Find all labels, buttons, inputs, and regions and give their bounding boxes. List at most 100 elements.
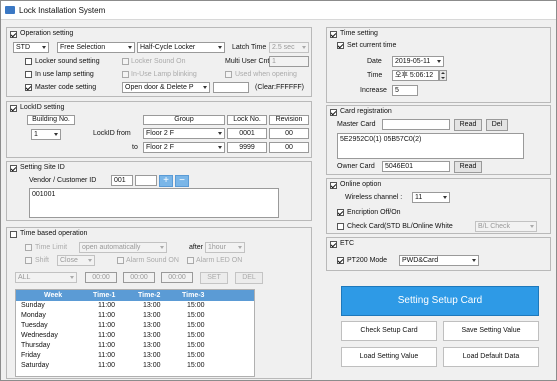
after-dropdown[interactable]: 1hour: [205, 242, 245, 253]
table-row[interactable]: Sunday 11:00 13:00 15:00: [16, 302, 254, 311]
in-use-lamp-label: In use lamp setting: [35, 71, 94, 78]
add-site-button[interactable]: +: [159, 175, 173, 187]
vendor-input[interactable]: 001: [111, 175, 133, 186]
site-id-checkbox[interactable]: [10, 165, 17, 172]
site-id-group: Setting Site ID Vendor / Customer ID 001…: [6, 161, 312, 221]
group-header: Group: [143, 115, 225, 125]
in-use-lamp-checkbox[interactable]: [25, 71, 32, 78]
day-dropdown[interactable]: ALL: [15, 272, 77, 283]
online-option-checkbox[interactable]: [330, 182, 337, 189]
card-registration-checkbox[interactable]: [330, 109, 337, 116]
time-based-checkbox[interactable]: [10, 231, 17, 238]
check-card-dropdown[interactable]: B/L Check: [475, 221, 537, 232]
encryption-checkbox[interactable]: [337, 209, 344, 216]
table-row[interactable]: Friday 11:00 13:00 15:00: [16, 352, 254, 361]
site-id-list-item[interactable]: 001001: [32, 191, 55, 198]
date-picker[interactable]: 2019-05-11: [392, 56, 444, 67]
operation-setting-checkbox[interactable]: [10, 31, 17, 38]
to-lockno-input[interactable]: 9999: [227, 142, 267, 153]
locker-type-dropdown[interactable]: Half-Cycle Locker: [137, 42, 225, 53]
to-revision-input[interactable]: 00: [269, 142, 309, 153]
alarm-led-label: Alarm LED ON: [196, 257, 243, 264]
time-label: Time: [367, 72, 383, 79]
time-based-group: Time based operation Time Limit open aut…: [6, 227, 312, 379]
master-read-button[interactable]: Read: [454, 119, 482, 131]
check-card-checkbox[interactable]: [337, 223, 344, 230]
lockid-setting-checkbox[interactable]: [10, 105, 17, 112]
lockno-header: Lock No.: [227, 115, 267, 125]
time-setting-group: Time setting Set current time Date 2019-…: [326, 27, 551, 103]
setting-setup-card-button[interactable]: Setting Setup Card: [341, 286, 539, 316]
time1-input[interactable]: 00:00: [85, 272, 117, 283]
card-registration-title: Card registration: [340, 108, 392, 115]
locker-sound-checkbox[interactable]: [25, 58, 32, 65]
master-code-checkbox[interactable]: [25, 84, 32, 91]
from-lockno-input[interactable]: 0001: [227, 128, 267, 139]
auto-open-dropdown[interactable]: open automatically: [79, 242, 167, 253]
table-row[interactable]: Monday 11:00 13:00 15:00: [16, 312, 254, 321]
to-group-dropdown[interactable]: Floor 2 F: [143, 142, 225, 153]
time-setting-checkbox[interactable]: [330, 31, 337, 38]
building-dropdown[interactable]: 1: [31, 129, 61, 140]
save-setting-button[interactable]: Save Setting Value: [443, 321, 539, 341]
lockid-setting-title: LockID setting: [20, 104, 65, 111]
building-header: Building No.: [27, 115, 75, 125]
revision-header: Revision: [269, 115, 309, 125]
mode-dropdown[interactable]: STD: [13, 42, 49, 53]
pt200-checkbox[interactable]: [337, 257, 344, 264]
from-revision-input[interactable]: 00: [269, 128, 309, 139]
multi-user-input[interactable]: 1: [269, 56, 309, 67]
pt200-dropdown[interactable]: PWD&Card: [399, 255, 479, 266]
site-id-list[interactable]: 001001: [29, 188, 279, 218]
check-setup-card-button[interactable]: Check Setup Card: [341, 321, 437, 341]
increase-label: Increase: [360, 87, 387, 94]
time-spinner[interactable]: [439, 70, 447, 81]
owner-card-input[interactable]: 5046E01: [382, 161, 450, 172]
set-button[interactable]: SET: [200, 272, 228, 284]
set-current-checkbox[interactable]: [337, 42, 344, 49]
load-default-button[interactable]: Load Default Data: [443, 347, 539, 367]
time3-input[interactable]: 00:00: [161, 272, 193, 283]
alarm-sound-checkbox[interactable]: [117, 257, 124, 264]
alarm-led-checkbox[interactable]: [187, 257, 194, 264]
in-use-blinking-checkbox[interactable]: [122, 71, 129, 78]
del-button[interactable]: DEL: [235, 272, 263, 284]
used-opening-checkbox[interactable]: [225, 71, 232, 78]
time-limit-checkbox[interactable]: [25, 244, 32, 251]
used-opening-label: Used when opening: [235, 71, 297, 78]
table-row[interactable]: Wednesday 11:00 13:00 15:00: [16, 332, 254, 341]
card-list[interactable]: 5E2952C0(1) 05B57C0(2): [337, 133, 524, 159]
master-del-button[interactable]: Del: [486, 119, 508, 131]
card-list-item[interactable]: 5E2952C0(1) 05B57C0(2): [340, 136, 421, 143]
column-header: Time-1: [93, 292, 116, 299]
schedule-table: Week Time-1 Time-2 Time-3 Sunday 11:00 13:…: [15, 289, 255, 377]
table-row[interactable]: Saturday 11:00 13:00 15:00: [16, 362, 254, 371]
locker-sound-on-checkbox[interactable]: [122, 58, 129, 65]
etc-checkbox[interactable]: [330, 241, 337, 248]
load-setting-button[interactable]: Load Setting Value: [341, 347, 437, 367]
set-current-label: Set current time: [347, 42, 397, 49]
operation-setting-group: Operation setting STD Free Selection Hal…: [6, 27, 312, 97]
date-label: Date: [367, 58, 382, 65]
master-code-label: Master code setting: [35, 84, 97, 91]
time-input[interactable]: 오후 5:06:12: [392, 70, 439, 81]
etc-title: ETC: [340, 240, 354, 247]
master-action-dropdown[interactable]: Open door & Delete P: [122, 82, 210, 93]
table-row[interactable]: Tuesday 11:00 13:00 15:00: [16, 322, 254, 331]
increase-input[interactable]: 5: [392, 85, 418, 96]
multi-user-label: Multi User Cnt: [225, 58, 270, 65]
latch-time-dropdown[interactable]: 2.5 sec: [269, 42, 309, 53]
encryption-label: Encription Off/On: [347, 209, 401, 216]
shift-dropdown[interactable]: Close: [57, 255, 95, 266]
wireless-dropdown[interactable]: 11: [412, 192, 450, 203]
table-row[interactable]: Thursday 11:00 13:00 15:00: [16, 342, 254, 351]
master-code-input[interactable]: [213, 82, 249, 93]
owner-read-button[interactable]: Read: [454, 161, 482, 173]
time2-input[interactable]: 00:00: [123, 272, 155, 283]
selection-dropdown[interactable]: Free Selection: [57, 42, 135, 53]
shift-checkbox[interactable]: [25, 257, 32, 264]
remove-site-button[interactable]: −: [175, 175, 189, 187]
from-group-dropdown[interactable]: Floor 2 F: [143, 128, 225, 139]
customer-input[interactable]: [135, 175, 157, 186]
master-card-input[interactable]: [382, 119, 450, 130]
